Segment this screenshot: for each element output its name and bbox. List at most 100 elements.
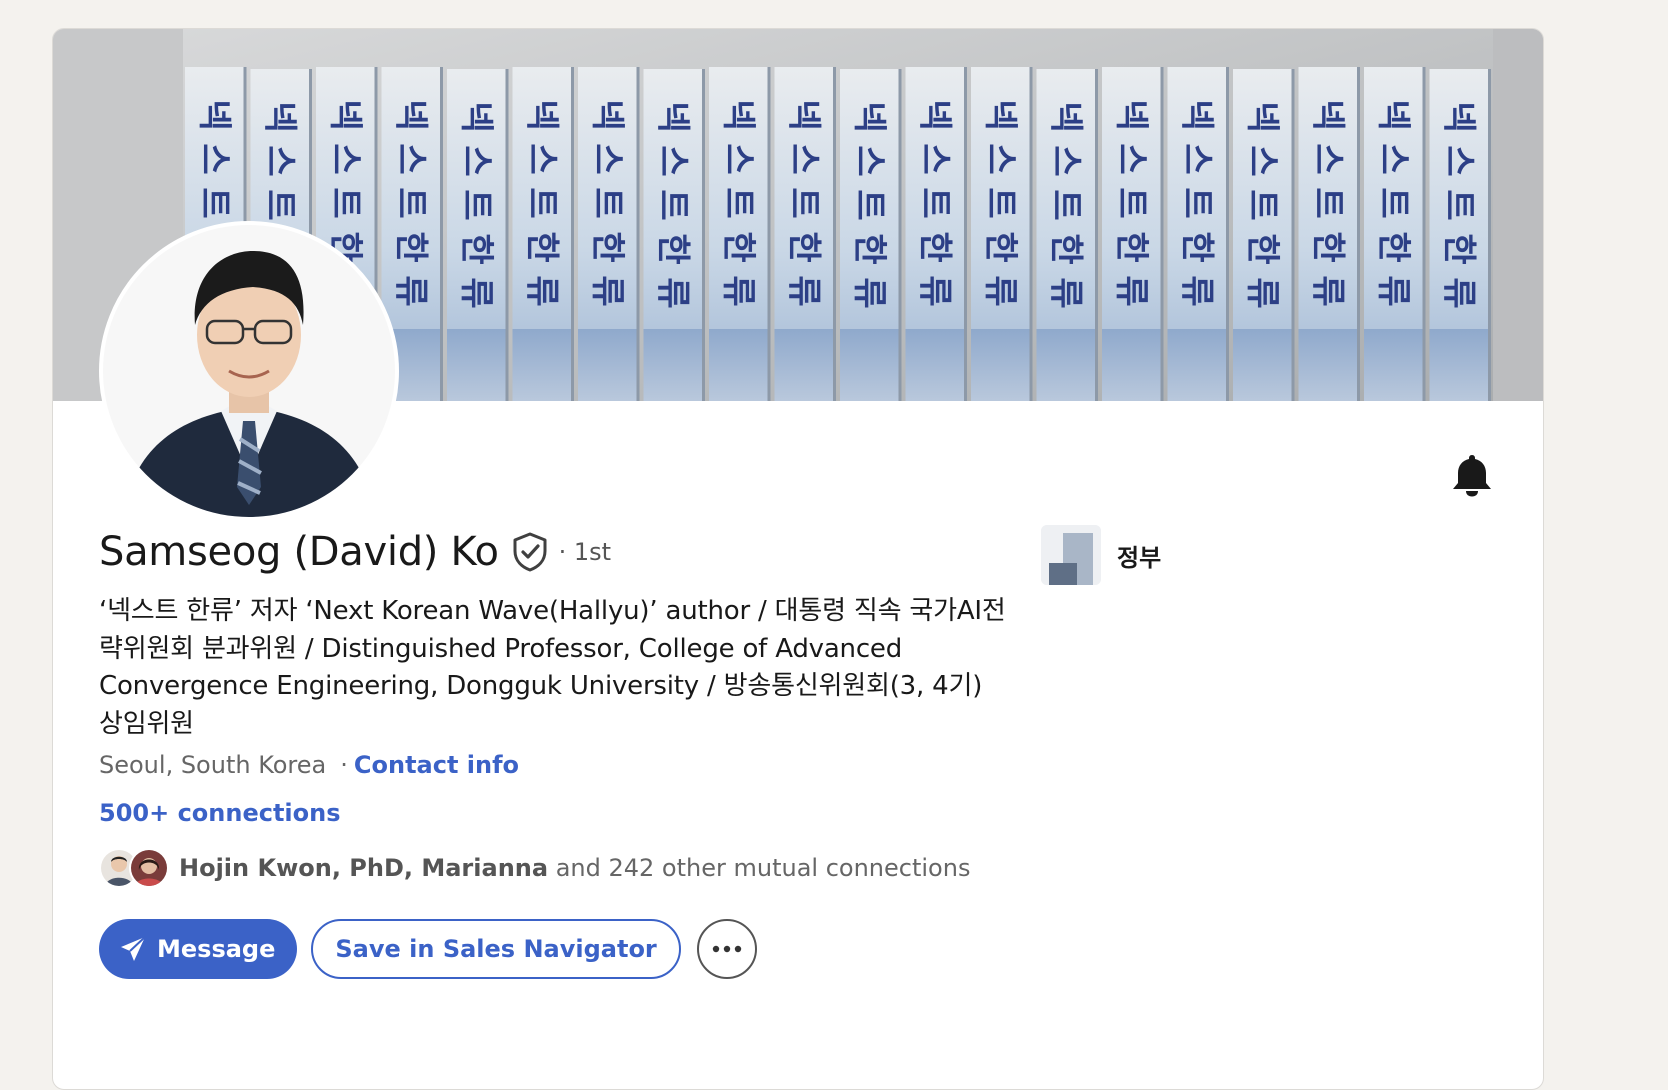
book-spine-glyph: 트 [849,189,889,220]
book-spine-glyph: 스 [1045,145,1085,176]
book-spine-glyph: 류 [1242,277,1282,308]
location-separator: · [340,751,348,779]
mutual-text: Hojin Kwon, PhD, Marianna and 242 other … [179,854,970,882]
book-spine-glyph: 넥 [1111,99,1151,130]
book-spine-glyph: 넥 [259,101,299,132]
book-spine-glyph: 류 [521,275,561,306]
book-spine-glyph: 류 [718,275,758,306]
book-spine-glyph: 류 [1307,275,1347,306]
message-button-label: Message [157,935,276,963]
verified-shield-icon[interactable] [511,532,549,572]
book-spine-glyph: 넥 [718,99,758,130]
location-row: Seoul, South Korea · Contact info [99,751,519,779]
organization-name: 정부 [1117,543,1162,572]
book-spine-glyph: 넥 [652,101,692,132]
book-spine: 넥스트한류 [774,67,836,401]
book-spine-glyph: 스 [521,143,561,174]
book-spine: 넥스트한류 [1036,69,1098,401]
book-spine-glyph: 넥 [456,101,496,132]
mutual-rest: and 242 other mutual connections [555,854,971,882]
book-spine-glyph: 넥 [1176,99,1216,130]
book-spine-glyph: 넥 [914,99,954,130]
book-spine-glyph: 넥 [194,99,234,130]
book-spine-glyph: 스 [390,143,430,174]
save-in-sales-navigator-button[interactable]: Save in Sales Navigator [311,919,681,979]
book-spine-glyph: 류 [849,277,889,308]
book-spine-glyph: 넥 [1373,99,1413,130]
book-spine: 넥스트한류 [905,67,967,401]
book-spine: 넥스트한류 [1167,67,1229,401]
profile-photo[interactable] [99,221,399,521]
book-spine-glyph: 스 [259,145,299,176]
book-spine-glyph: 스 [1438,145,1478,176]
book-spine-glyph: 트 [1111,187,1151,218]
bell-icon[interactable] [1451,453,1493,501]
book-spine-glyph: 한 [1045,233,1085,264]
book-spine-glyph: 류 [980,275,1020,306]
book-spine-glyph: 넥 [325,99,365,130]
book-spine: 넥스트한류 [709,67,771,401]
book-spine-glyph: 한 [1111,231,1151,262]
book-spine-glyph: 트 [718,187,758,218]
book-spine: 넥스트한류 [971,67,1033,401]
book-spine: 넥스트한류 [1429,69,1491,401]
book-spine-glyph: 스 [1111,143,1151,174]
book-spine-glyph: 한 [783,231,823,262]
book-spine-glyph: 스 [325,143,365,174]
profile-name: Samseog (David) Ko [99,529,499,575]
mutual-names: Hojin Kwon, PhD, Marianna [179,854,549,882]
book-spine-glyph: 류 [1373,275,1413,306]
book-spine-glyph: 넥 [521,99,561,130]
profile-actions: Message Save in Sales Navigator [99,919,757,979]
book-spine: 넥스트한류 [643,69,705,401]
more-actions-button[interactable] [696,919,757,979]
book-spine-glyph: 넥 [1438,101,1478,132]
book-spine-glyph: 트 [521,187,561,218]
book-spine-glyph: 한 [1438,233,1478,264]
book-spine-glyph: 스 [456,145,496,176]
profile-photo-image [103,225,395,517]
book-spine-glyph: 한 [390,231,430,262]
book-spine-glyph: 트 [1045,189,1085,220]
book-spine-glyph: 한 [1307,231,1347,262]
book-spine-glyph: 트 [456,189,496,220]
book-spine-glyph: 스 [1242,145,1282,176]
book-spine: 넥스트한류 [1102,67,1164,401]
contact-info-link[interactable]: Contact info [354,751,519,779]
book-spine-glyph: 스 [194,143,234,174]
organization-logo [1041,525,1101,585]
book-spine-glyph: 트 [325,187,365,218]
book-spine-glyph: 스 [1176,143,1216,174]
book-spine-glyph: 류 [390,275,430,306]
connections-link[interactable]: 500+ connections [99,799,341,827]
mutual-avatar-2 [129,848,169,888]
book-spine-glyph: 류 [783,275,823,306]
book-spine-glyph: 트 [914,187,954,218]
mutual-connections[interactable]: Hojin Kwon, PhD, Marianna and 242 other … [99,845,970,891]
book-spine-glyph: 넥 [849,101,889,132]
book-spine-glyph: 스 [652,145,692,176]
book-spine-glyph: 넥 [980,99,1020,130]
book-spine-glyph: 류 [1438,277,1478,308]
book-spine-glyph: 류 [652,277,692,308]
book-spine-glyph: 한 [456,233,496,264]
book-spine-glyph: 스 [849,145,889,176]
book-spine-glyph: 트 [1438,189,1478,220]
ellipsis-icon [712,945,741,953]
book-spine-glyph: 넥 [1045,101,1085,132]
name-row: Samseog (David) Ko · 1st [99,529,611,575]
book-spine-glyph: 스 [783,143,823,174]
book-spine-glyph: 트 [194,187,234,218]
book-spine-glyph: 한 [718,231,758,262]
current-organization[interactable]: 정부 [1041,525,1161,585]
book-spine: 넥스트한류 [578,67,640,401]
save-button-label: Save in Sales Navigator [335,935,657,963]
book-spine: 넥스트한류 [1298,67,1360,401]
book-spine-glyph: 스 [1373,143,1413,174]
book-spine: 넥스트한류 [840,69,902,401]
book-spine-glyph: 한 [1242,233,1282,264]
book-spine-glyph: 한 [849,233,889,264]
book-spine-glyph: 트 [1373,187,1413,218]
book-spine-glyph: 트 [1242,189,1282,220]
message-button[interactable]: Message [99,919,298,979]
